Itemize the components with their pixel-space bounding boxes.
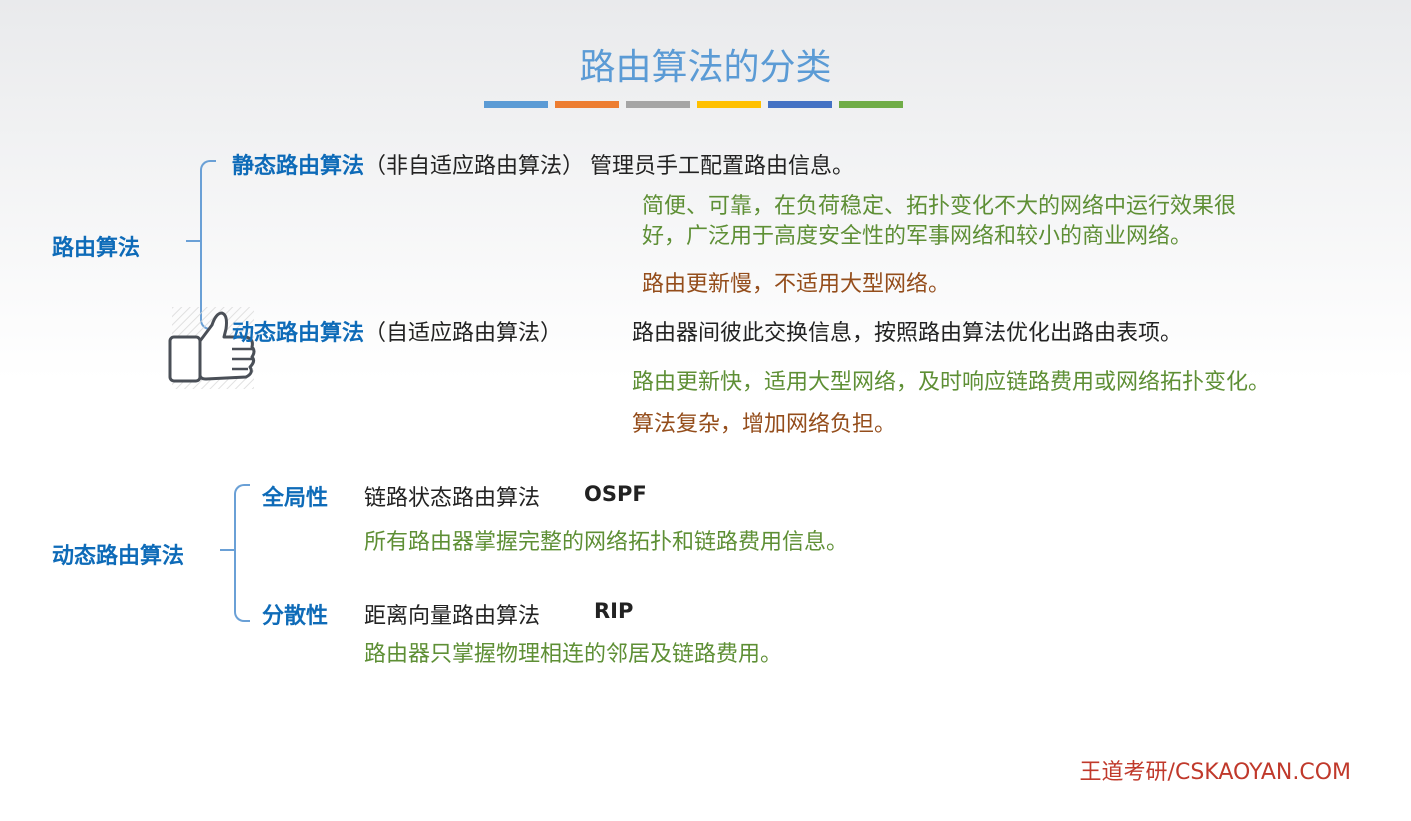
dynamic-routing-line: 动态路由算法（自适应路由算法） <box>232 315 562 347</box>
global-desc: 所有路由器掌握完整的网络拓扑和链路费用信息。 <box>364 530 849 555</box>
distributed-label: 分散性 <box>262 604 329 629</box>
dynamic-routing-root: 动态路由算法 <box>52 544 185 569</box>
dynamic-routing-label: 动态路由算法 <box>232 321 365 346</box>
static-con: 路由更新慢，不适用大型网络。 <box>642 272 951 297</box>
static-routing-label: 静态路由算法 <box>232 154 365 179</box>
distributed-algo: 距离向量路由算法 <box>364 604 541 629</box>
page-title: 路由算法的分类 <box>579 47 832 88</box>
underline-bar-6 <box>839 101 903 108</box>
static-pro-line2: 好，广泛用于高度安全性的军事网络和较小的商业网络。 <box>642 224 1193 249</box>
underline-bar-4 <box>697 101 761 108</box>
global-protocol: OSPF <box>584 482 647 506</box>
distributed-desc: 路由器只掌握物理相连的邻居及链路费用。 <box>364 642 783 667</box>
dynamic-con: 算法复杂，增加网络负担。 <box>632 412 897 437</box>
bracket-dynamic-routing <box>234 484 250 622</box>
distributed-protocol: RIP <box>594 599 634 623</box>
underline-bar-2 <box>555 101 619 108</box>
static-routing-paren: （非自适应路由算法） <box>364 154 585 179</box>
bracket-tip-2 <box>220 549 234 551</box>
dynamic-pro: 路由更新快，适用大型网络，及时响应链路费用或网络拓扑变化。 <box>632 370 1271 395</box>
underline-bar-5 <box>768 101 832 108</box>
underline-bar-1 <box>484 101 548 108</box>
static-routing-desc: 管理员手工配置路由信息。 <box>590 154 855 179</box>
routing-algorithm-root: 路由算法 <box>52 236 141 261</box>
static-pro-line1: 简便、可靠，在负荷稳定、拓扑变化不大的网络中运行效果很 <box>642 194 1237 219</box>
footer-brand: 王道考研/CSKAOYAN.COM <box>1079 760 1351 785</box>
underline-bar-3 <box>626 101 690 108</box>
dynamic-routing-desc: 路由器间彼此交换信息，按照路由算法优化出路由表项。 <box>632 321 1183 346</box>
static-routing-line: 静态路由算法（非自适应路由算法） 管理员手工配置路由信息。 <box>232 148 854 180</box>
dynamic-routing-paren: （自适应路由算法） <box>364 321 563 346</box>
global-label: 全局性 <box>262 486 329 511</box>
bracket-tip <box>186 240 200 242</box>
global-algo: 链路状态路由算法 <box>364 486 541 511</box>
